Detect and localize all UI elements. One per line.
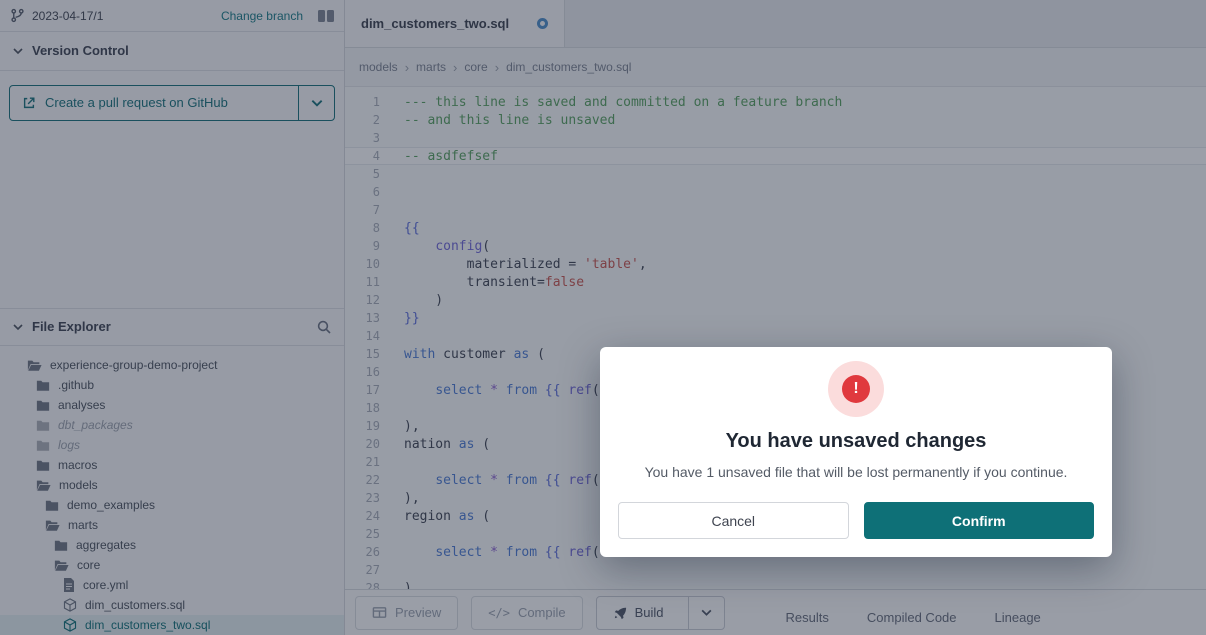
confirm-button[interactable]: Confirm — [864, 502, 1095, 539]
alert-icon: ! — [842, 375, 870, 403]
unsaved-changes-modal: ! You have unsaved changes You have 1 un… — [600, 347, 1112, 557]
cancel-button[interactable]: Cancel — [618, 502, 849, 539]
alert-icon-halo: ! — [828, 361, 884, 417]
modal-title: You have unsaved changes — [618, 430, 1094, 453]
app-window: 2023-04-17/1 Change branch Version Contr… — [0, 0, 1206, 635]
modal-body-text: You have 1 unsaved file that will be los… — [618, 464, 1094, 480]
modal-actions: Cancel Confirm — [618, 502, 1094, 539]
